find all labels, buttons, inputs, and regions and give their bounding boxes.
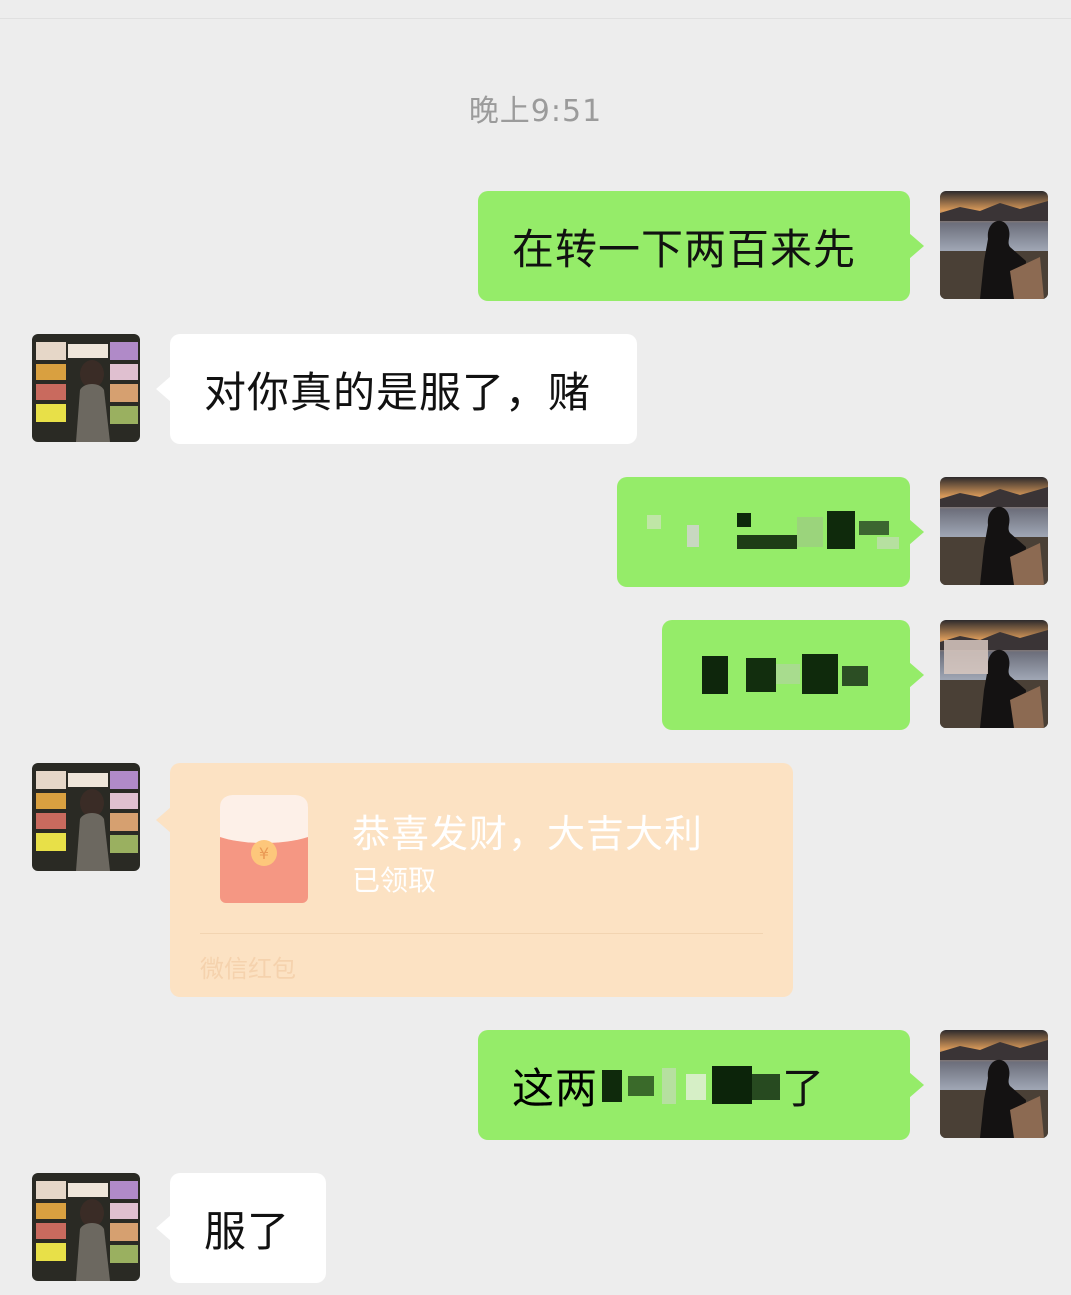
my-avatar[interactable] bbox=[940, 1030, 1048, 1138]
message-text: 在转一下两百来先 bbox=[512, 224, 857, 274]
message-bubble-outgoing-redacted[interactable] bbox=[617, 477, 924, 587]
message-bubble-incoming[interactable]: 对你真的是服了，赌 bbox=[156, 334, 637, 444]
message-text: 对你真的是服了，赌 bbox=[204, 367, 592, 417]
red-packet-divider bbox=[200, 933, 763, 934]
flower-shop-avatar-image bbox=[32, 763, 140, 871]
my-avatar[interactable] bbox=[940, 620, 1048, 728]
message-bubble-outgoing-redacted[interactable]: 这两 了 bbox=[478, 1030, 924, 1140]
red-packet-status: 已领取 bbox=[352, 864, 437, 897]
contact-avatar[interactable] bbox=[32, 763, 140, 871]
svg-text:¥: ¥ bbox=[259, 844, 269, 863]
message-text: 服了 bbox=[204, 1206, 291, 1256]
contact-avatar[interactable] bbox=[32, 1173, 140, 1281]
red-packet-title: 恭喜发财，大吉大利 bbox=[352, 812, 704, 856]
top-divider bbox=[0, 18, 1071, 19]
lakeside-avatar-image bbox=[940, 477, 1048, 585]
redaction-mosaic bbox=[602, 1060, 782, 1110]
my-avatar[interactable] bbox=[940, 477, 1048, 585]
contact-avatar[interactable] bbox=[32, 334, 140, 442]
my-avatar[interactable] bbox=[940, 191, 1048, 299]
red-envelope-icon: ¥ bbox=[220, 795, 308, 903]
flower-shop-avatar-image bbox=[32, 334, 140, 442]
message-bubble-incoming[interactable]: 服了 bbox=[156, 1173, 326, 1283]
lakeside-avatar-image bbox=[940, 1030, 1048, 1138]
redaction-mosaic bbox=[647, 507, 899, 557]
message-bubble-outgoing-redacted[interactable] bbox=[662, 620, 924, 730]
lakeside-avatar-image bbox=[940, 191, 1048, 299]
message-text-end: 了 bbox=[782, 1063, 826, 1113]
red-packet-message[interactable]: ¥ 恭喜发财，大吉大利 已领取 微信红包 bbox=[156, 763, 793, 997]
lakeside-avatar-image bbox=[940, 620, 1048, 728]
flower-shop-avatar-image bbox=[32, 1173, 140, 1281]
redaction-mosaic bbox=[692, 650, 880, 700]
red-packet-label: 微信红包 bbox=[200, 955, 296, 983]
chat-timestamp: 晚上9:51 bbox=[468, 94, 603, 129]
message-bubble-outgoing[interactable]: 在转一下两百来先 bbox=[478, 191, 924, 301]
message-text-start: 这两 bbox=[512, 1063, 599, 1113]
